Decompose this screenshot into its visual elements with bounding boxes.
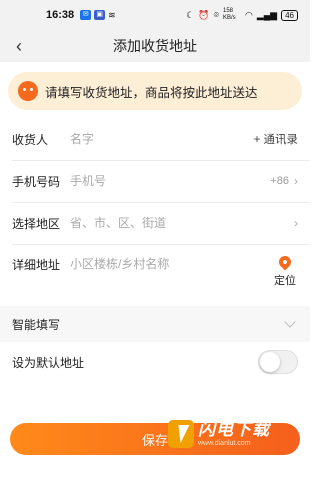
save-button-label: 保存	[141, 432, 168, 448]
phone-row: 手机号码 +86 ›	[0, 160, 310, 202]
contacts-button[interactable]: + 通讯录	[254, 131, 298, 147]
navigation-bar: ‹ 添加收货地址	[0, 30, 310, 62]
chevron-right-icon: ›	[294, 216, 298, 230]
locate-button[interactable]: 定位	[274, 253, 296, 288]
address-form: 收货人 + 通讯录 手机号码 +86 › 选择地区 › 详细地址 定位	[0, 118, 310, 306]
network-speed: 158 KB/s	[223, 8, 236, 21]
default-address-switch[interactable]	[258, 350, 298, 374]
smart-fill-label: 智能填写	[12, 317, 61, 332]
receiver-row: 收货人 + 通讯录	[0, 118, 310, 160]
moon-icon: ☾	[186, 9, 195, 20]
battery-icon: 46	[281, 9, 298, 21]
location-pin-icon	[276, 253, 294, 271]
chevron-down-icon	[284, 316, 296, 328]
tv-notification-icon: ▣	[94, 10, 106, 20]
signal-icon: ▂▄▆	[256, 9, 278, 20]
chevron-right-icon: ›	[294, 174, 298, 188]
status-time: 16:38	[46, 9, 75, 21]
lightning-logo-icon	[168, 420, 194, 448]
country-code-selector[interactable]: +86	[270, 175, 289, 187]
back-button[interactable]: ‹	[10, 36, 28, 56]
notice-banner: 请填写收货地址，商品将按此地址送达	[8, 72, 302, 110]
location-icon: ⌾	[213, 9, 219, 20]
locate-label: 定位	[274, 275, 296, 287]
default-address-label: 设为默认地址	[12, 355, 85, 370]
default-address-row: 设为默认地址	[0, 342, 310, 382]
status-bar: 16:38 ✉ ▣ ≋ ☾ ⏰ ⌾ 158 KB/s ◠ ▂▄▆ 46	[0, 0, 310, 30]
smart-fill-toggle[interactable]: 智能填写	[0, 306, 310, 342]
switch-knob	[260, 352, 280, 372]
phone-input[interactable]	[70, 174, 271, 188]
region-label: 选择地区	[12, 216, 61, 231]
page-title: 添加收货地址	[113, 38, 197, 54]
nfc-icon: ≋	[108, 9, 116, 20]
notice-text: 请填写收货地址，商品将按此地址送达	[45, 85, 258, 100]
system-icons: ☾ ⏰ ⌾ 158 KB/s ◠ ▂▄▆ 46	[186, 8, 298, 22]
chevron-left-icon: ‹	[16, 35, 22, 56]
watermark-text: 闪电下载 www.dianlut.com	[198, 419, 270, 448]
app-notification-icon: ✉	[80, 10, 92, 20]
phone-label: 手机号码	[12, 174, 61, 189]
region-row[interactable]: 选择地区 ›	[0, 202, 310, 244]
watermark-url: www.dianlut.com	[198, 439, 251, 447]
watermark: 闪电下载 www.dianlut.com	[168, 420, 270, 448]
detail-address-input[interactable]	[70, 256, 298, 272]
receiver-name-input[interactable]	[70, 132, 254, 146]
wifi-icon: ◠	[245, 9, 253, 20]
notification-icons: ✉ ▣ ≋	[80, 10, 116, 21]
receiver-label: 收货人	[12, 132, 49, 147]
region-input[interactable]	[70, 216, 291, 230]
detail-address-row: 详细地址 定位	[0, 244, 310, 306]
alarm-icon: ⏰	[198, 9, 210, 20]
watermark-title: 闪电下载	[198, 419, 270, 439]
mascot-icon	[18, 81, 38, 101]
detail-address-label: 详细地址	[12, 258, 61, 272]
